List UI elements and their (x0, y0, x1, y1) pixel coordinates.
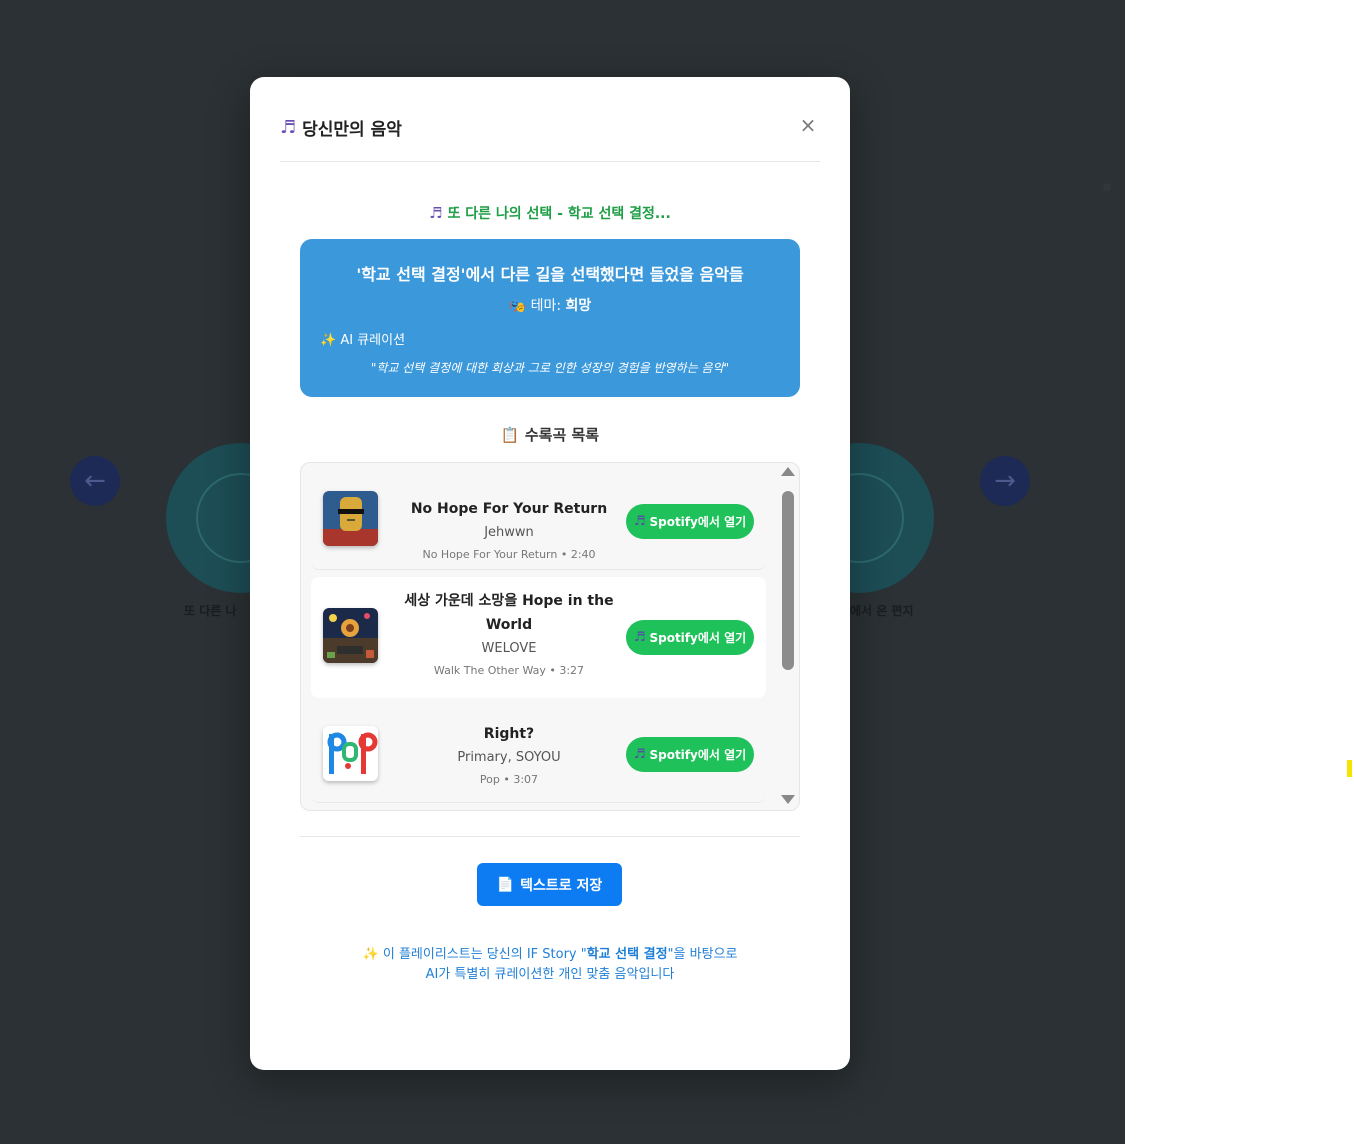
music-note-icon: ♬ (633, 747, 646, 762)
track-meta: Pop • 3:07 (479, 773, 539, 786)
playlist-info-card: '학교 선택 결정'에서 다른 길을 선택했다면 들었을 음악들 🎭 테마: 희… (300, 239, 800, 397)
footer-line-1: ✨ 이 플레이리스트는 당신의 IF Story "학교 선택 결정"을 바탕으… (250, 945, 850, 965)
footer-suffix: "을 바탕으로 (667, 947, 738, 962)
track-artist: WELOVE (481, 641, 537, 656)
track-item: 세상 가운데 소망을 Hope in the World WELOVE Walk… (311, 577, 766, 698)
ai-curation-label: ✨ AI 큐레이션 (320, 329, 405, 348)
album-cover (323, 491, 378, 546)
music-note-icon: ♬ (633, 514, 646, 529)
track-name: Right? (483, 726, 535, 742)
modal-subtitle-text: 또 다른 나의 선택 - 학교 선택 결정... (447, 206, 671, 222)
music-note-icon: ♬ (280, 117, 297, 138)
save-button-label: 텍스트로 저장 (520, 877, 603, 894)
spotify-open-button[interactable]: ♬ Spotify에서 열기 (626, 620, 754, 655)
playlist-theme: 🎭 테마: 희망 (300, 295, 800, 315)
spotify-open-button[interactable]: ♬ Spotify에서 열기 (626, 504, 754, 539)
footer-story-name: 학교 선택 결정 (586, 947, 668, 962)
mask-icon: 🎭 (508, 298, 527, 314)
background-letter-label: 에서 온 편지 (850, 604, 914, 618)
tracklist-title: 📋 수록곡 목록 (250, 424, 850, 445)
theme-prefix: 테마: (530, 298, 566, 314)
track-name: 세상 가운데 소망을 Hope in the World (404, 593, 614, 633)
track-item: No Hope For Your Return Jehwwn No Hope F… (311, 475, 766, 570)
sparkles-icon: ✨ (362, 947, 379, 962)
spotify-button-label: Spotify에서 열기 (649, 515, 747, 529)
save-as-text-button[interactable]: 📄 텍스트로 저장 (477, 863, 622, 906)
yellow-marker (1347, 760, 1352, 777)
track-info: No Hope For Your Return Jehwwn No Hope F… (399, 497, 619, 561)
close-button[interactable]: × (796, 113, 820, 137)
track-info: Right? Primary, SOYOU Pop • 3:07 (399, 722, 619, 786)
track-artist: Primary, SOYOU (457, 750, 561, 765)
music-note-icon: ♬ (633, 630, 646, 645)
track-artist: Jehwwn (484, 525, 534, 540)
document-icon: 📄 (496, 876, 515, 893)
scroll-up-arrow-icon[interactable] (781, 467, 795, 476)
scroll-down-arrow-icon[interactable] (781, 795, 795, 804)
music-modal: ♬ 당신만의 음악 × ♬ 또 다른 나의 선택 - 학교 선택 결정... '… (250, 77, 850, 1070)
spotify-open-button[interactable]: ♬ Spotify에서 열기 (626, 737, 754, 772)
playlist-title: '학교 선택 결정'에서 다른 길을 선택했다면 들었을 음악들 (356, 265, 744, 284)
track-item: Right? Primary, SOYOU Pop • 3:07 ♬ Spoti… (311, 706, 766, 803)
spotify-button-label: Spotify에서 열기 (649, 748, 747, 762)
clipboard-icon: 📋 (500, 426, 520, 444)
spotify-button-label: Spotify에서 열기 (649, 631, 747, 645)
playlist-description: "학교 선택 결정에 대한 회상과 그로 인한 성장의 경험을 반영하는 음악" (370, 361, 730, 375)
modal-subtitle: ♬ 또 다른 나의 선택 - 학교 선택 결정... (250, 203, 850, 223)
footer-note: ✨ 이 플레이리스트는 당신의 IF Story "학교 선택 결정"을 바탕으… (250, 945, 850, 985)
theme-value: 희망 (565, 298, 592, 314)
track-info: 세상 가운데 소망을 Hope in the World WELOVE Walk… (399, 589, 619, 677)
track-name: No Hope For Your Return (410, 501, 608, 517)
scrollbar-thumb[interactable] (782, 491, 794, 670)
track-meta: Walk The Other Way • 3:27 (433, 664, 585, 677)
album-cover (323, 726, 378, 781)
divider (300, 836, 800, 837)
album-cover (323, 608, 378, 663)
tracklist-title-text: 수록곡 목록 (524, 426, 600, 444)
background-story-label: 또 다른 나 (184, 604, 237, 618)
modal-title: ♬ 당신만의 음악 (280, 115, 402, 140)
track-list[interactable]: No Hope For Your Return Jehwwn No Hope F… (300, 462, 800, 811)
modal-header: ♬ 당신만의 음악 × (280, 107, 820, 162)
prev-arrow-icon: ← (70, 456, 120, 506)
footer-prefix: 이 플레이리스트는 당신의 IF Story " (382, 947, 587, 962)
sparkles-icon: ✨ (320, 333, 337, 348)
modal-title-text: 당신만의 음악 (302, 120, 402, 140)
footer-line-2: AI가 특별히 큐레이션한 개인 맞춤 음악입니다 (425, 967, 675, 982)
next-arrow-icon: → (980, 456, 1030, 506)
track-meta: No Hope For Your Return • 2:40 (422, 548, 596, 561)
music-note-icon: ♬ (429, 204, 443, 222)
background-dot (1103, 183, 1111, 191)
ai-curation-text: AI 큐레이션 (340, 333, 406, 348)
